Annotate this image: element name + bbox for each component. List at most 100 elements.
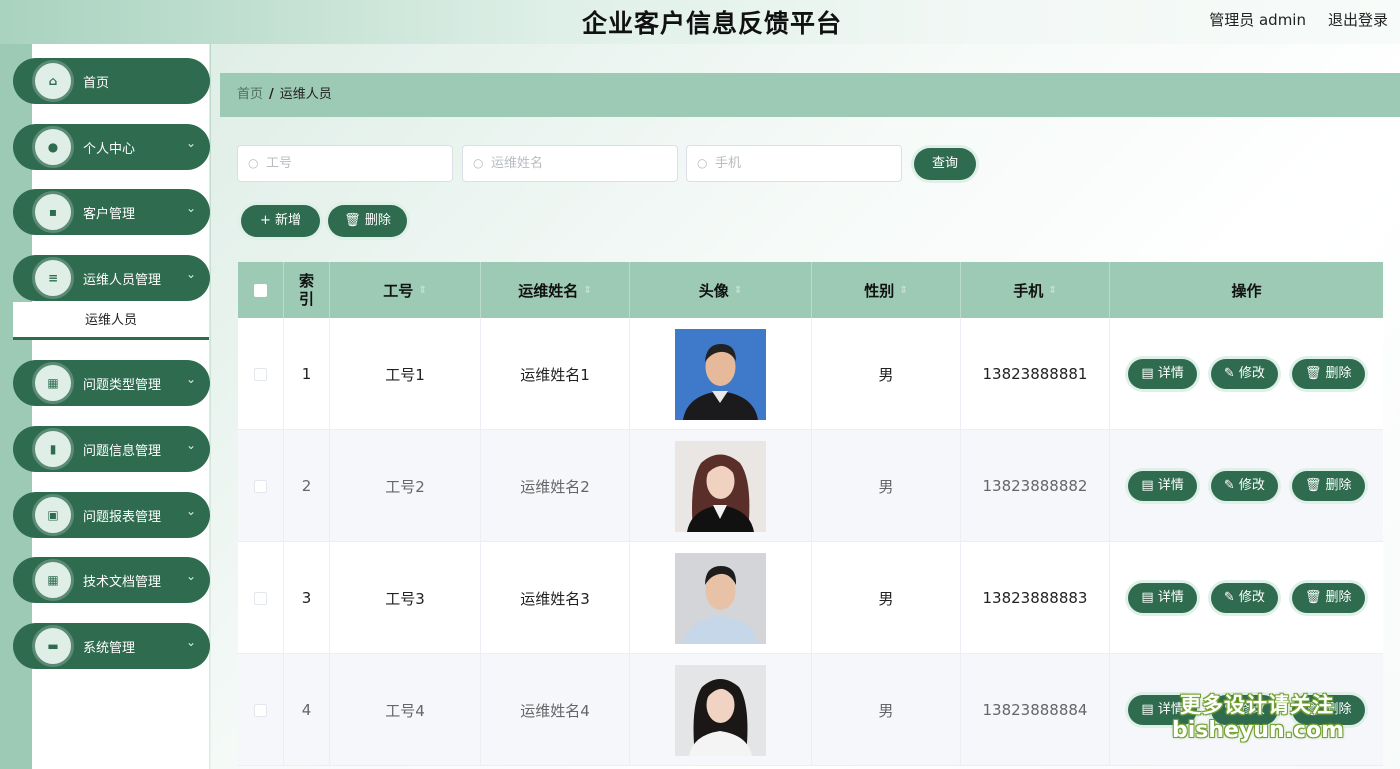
sidebar-item-issue-type-management[interactable]: ▦ 问题类型管理 ⌄ <box>13 360 210 406</box>
home-icon: ⌂ <box>32 60 74 102</box>
delete-button[interactable]: 🗑 删除 <box>1292 583 1365 613</box>
monitor-icon: ▬ <box>32 625 74 667</box>
sidebar-item-label: 技术文档管理 <box>83 571 161 590</box>
job-no-placeholder: 工号 <box>266 156 292 171</box>
column-header-label: 性别 <box>864 280 894 301</box>
document-icon: ▤ <box>1141 478 1157 493</box>
sidebar-item-issue-info-management[interactable]: ▮ 问题信息管理 ⌄ <box>13 426 210 472</box>
add-button[interactable]: + 新增 <box>241 205 320 237</box>
document-icon: ▤ <box>1141 702 1157 717</box>
index-cell: 4 <box>284 654 330 766</box>
sort-icon: ⇕ <box>418 285 426 296</box>
edit-label: 修改 <box>1239 366 1265 381</box>
delete-button[interactable]: 🗑 删除 <box>1292 359 1365 389</box>
name-cell: 运维姓名1 <box>481 318 630 430</box>
delete-button[interactable]: 🗑 删除 <box>1292 471 1365 501</box>
ops-cell: ▤ 详情 ✎ 修改 🗑 删除 <box>1110 318 1383 430</box>
job-no-cell: 工号3 <box>330 542 481 654</box>
gender-cell: 男 <box>812 430 961 542</box>
edit-label: 修改 <box>1239 590 1265 605</box>
select-all-checkbox[interactable] <box>254 284 267 297</box>
avatar-cell <box>630 430 812 542</box>
column-header-label: 工号 <box>383 280 413 301</box>
sidebar-item-label: 运维人员管理 <box>83 269 161 288</box>
sort-icon: ⇕ <box>734 285 742 296</box>
row-checkbox[interactable] <box>254 480 267 493</box>
sidebar-menu: ⌂ 首页 ● 个人中心 ⌄ ▪ 客户管理 ⌄ ≡ 运维人员管理 ⌄ ▦ 问题类型… <box>13 58 210 688</box>
edit-button[interactable]: ✎ 修改 <box>1211 471 1278 501</box>
index-cell: 3 <box>284 542 330 654</box>
batch-delete-button[interactable]: 🗑 删除 <box>328 205 407 237</box>
chevron-down-icon: ⌄ <box>186 136 196 150</box>
clipboard-icon: ▣ <box>32 494 74 536</box>
column-header-name[interactable]: 运维姓名⇕ <box>481 262 630 318</box>
avatar <box>675 441 766 532</box>
sidebar-item-issue-report-management[interactable]: ▣ 问题报表管理 ⌄ <box>13 492 210 538</box>
column-header-ops: 操作 <box>1110 262 1383 318</box>
edit-icon: ✎ <box>1224 590 1239 605</box>
detail-button[interactable]: ▤ 详情 <box>1128 583 1196 613</box>
job-no-cell: 工号4 <box>330 654 481 766</box>
chevron-down-icon: ⌄ <box>186 372 196 386</box>
document-icon: ▤ <box>1141 590 1157 605</box>
phone-search-input[interactable]: ○ 手机 <box>686 145 902 182</box>
chevron-down-icon: ⌄ <box>186 201 196 215</box>
column-header-label: 头像 <box>699 280 729 301</box>
column-header-avatar[interactable]: 头像 ⇕ <box>630 262 812 318</box>
detail-button[interactable]: ▤ 详情 <box>1128 359 1196 389</box>
top-header: 企业客户信息反馈平台 管理员 admin 退出登录 <box>0 0 1400 44</box>
sidebar-item-system-management[interactable]: ▬ 系统管理 ⌄ <box>13 623 210 669</box>
sidebar-item-personal-center[interactable]: ● 个人中心 ⌄ <box>13 124 210 170</box>
sidebar-item-customer-management[interactable]: ▪ 客户管理 ⌄ <box>13 189 210 235</box>
detail-label: 详情 <box>1158 366 1184 381</box>
column-header-gender[interactable]: 性别 ⇕ <box>812 262 961 318</box>
row-checkbox[interactable] <box>254 592 267 605</box>
trash-icon: 🗑 <box>1305 366 1326 381</box>
avatar-cell <box>630 542 812 654</box>
query-button[interactable]: 查询 <box>914 148 976 180</box>
logout-link[interactable]: 退出登录 <box>1328 9 1388 30</box>
job-no-search-input[interactable]: ○ 工号 <box>237 145 453 182</box>
grid-icon: ▦ <box>32 559 74 601</box>
sort-icon: ⇕ <box>899 285 907 296</box>
list-icon: ≡ <box>32 257 74 299</box>
search-icon: ○ <box>473 146 483 181</box>
name-search-input[interactable]: ○ 运维姓名 <box>462 145 678 182</box>
index-cell: 1 <box>284 318 330 430</box>
phone-placeholder: 手机 <box>715 156 741 171</box>
table-row: 1 工号1 运维姓名1 男 13823888881 ▤ 详情 ✎ 修改 🗑 删除 <box>238 318 1383 430</box>
phone-cell: 13823888883 <box>961 542 1110 654</box>
sidebar-item-ops-staff-management[interactable]: ≡ 运维人员管理 ⌄ <box>13 255 210 301</box>
column-header-phone[interactable]: 手机⇕ <box>961 262 1110 318</box>
sidebar-item-tech-doc-management[interactable]: ▦ 技术文档管理 ⌄ <box>13 557 210 603</box>
trash-icon: 🗑 <box>344 213 361 228</box>
row-checkbox[interactable] <box>254 704 267 717</box>
search-icon: ○ <box>248 146 258 181</box>
edit-button[interactable]: ✎ 修改 <box>1211 583 1278 613</box>
user-icon: ● <box>32 126 74 168</box>
submenu-item-ops-staff[interactable]: 运维人员 <box>13 302 209 340</box>
column-header-job-no[interactable]: 工号 ⇕ <box>330 262 481 318</box>
name-cell: 运维姓名3 <box>481 542 630 654</box>
breadcrumb: 首页/运维人员 <box>220 73 1400 117</box>
detail-label: 详情 <box>1158 478 1184 493</box>
gender-cell: 男 <box>812 318 961 430</box>
sidebar-item-home[interactable]: ⌂ 首页 <box>13 58 210 104</box>
row-checkbox[interactable] <box>254 368 267 381</box>
name-cell: 运维姓名2 <box>481 430 630 542</box>
avatar <box>675 553 766 644</box>
sidebar-item-label: 问题类型管理 <box>83 374 161 393</box>
breadcrumb-home-link[interactable]: 首页 <box>237 87 263 102</box>
edit-button[interactable]: ✎ 修改 <box>1211 359 1278 389</box>
delete-label: 删除 <box>1326 590 1352 605</box>
delete-label: 删除 <box>1326 366 1352 381</box>
chevron-down-icon: ⌄ <box>186 438 196 452</box>
edit-label: 修改 <box>1239 478 1265 493</box>
document-icon: ▤ <box>1141 366 1157 381</box>
chevron-down-icon: ⌄ <box>186 635 196 649</box>
column-header-label: 运维姓名 <box>518 280 578 301</box>
phone-cell: 13823888881 <box>961 318 1110 430</box>
detail-button[interactable]: ▤ 详情 <box>1128 471 1196 501</box>
avatar-cell <box>630 318 812 430</box>
job-no-cell: 工号1 <box>330 318 481 430</box>
